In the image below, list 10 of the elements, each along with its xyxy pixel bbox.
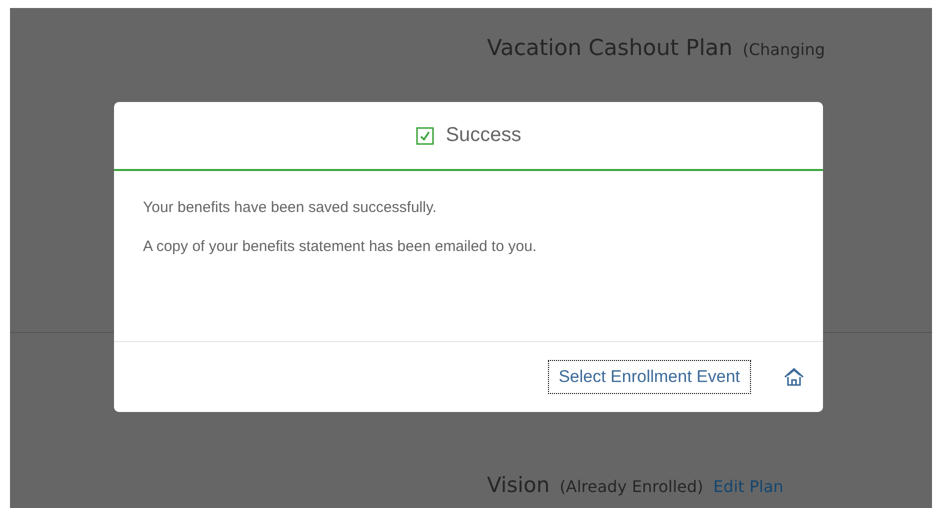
dialog-message: Your benefits have been saved successfully. [143,199,438,216]
checkbox-check-icon [416,126,434,144]
dialog-title: Success [446,124,522,147]
dialog-message: A copy of your benefits statement has been emailed to you. [143,238,538,255]
plan-status: (Already Enrolled) [560,477,704,496]
plan-title: Vacation Cashout Plan [487,36,733,61]
select-enrollment-event-button[interactable]: Select Enrollment Event [548,360,751,394]
plan-title: Vision [487,473,550,497]
plan-status: (Changing [742,40,826,59]
home-icon[interactable] [783,366,805,388]
